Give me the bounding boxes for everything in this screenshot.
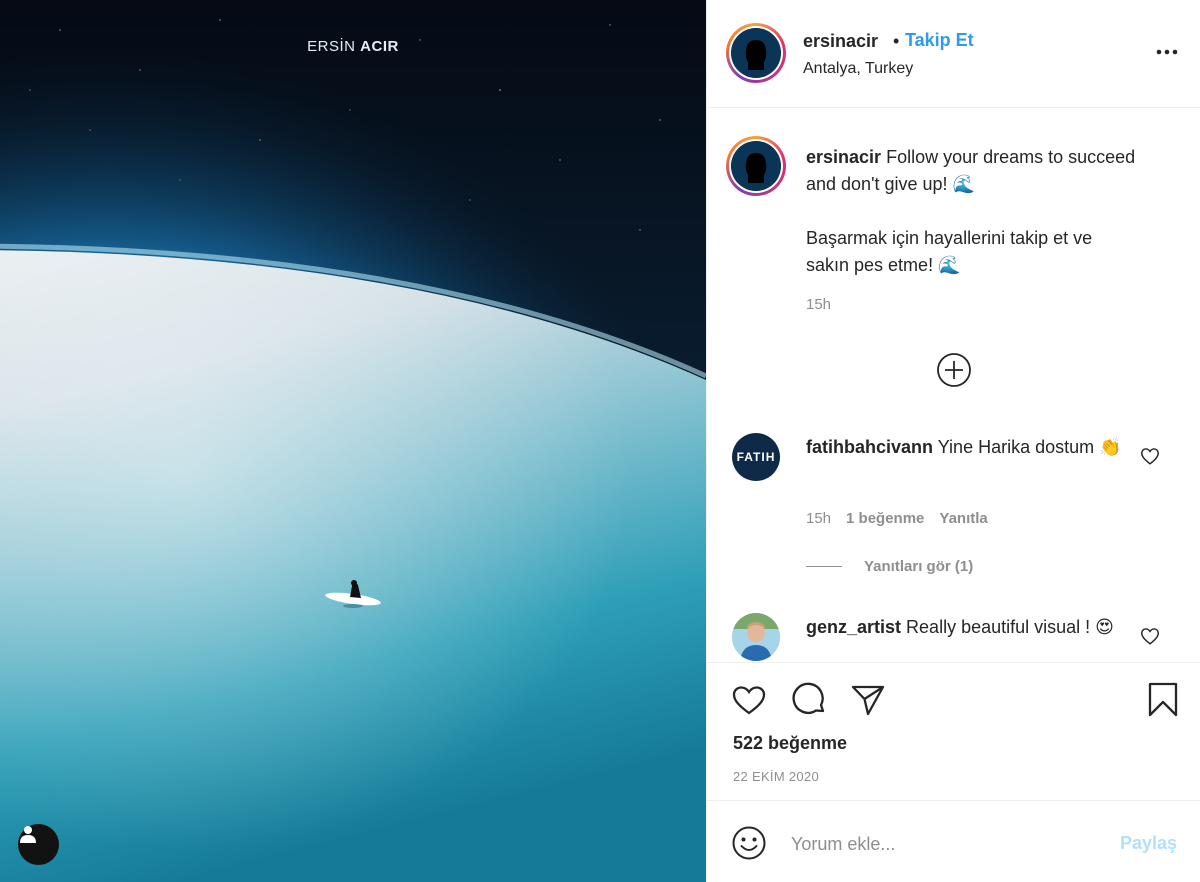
view-replies-button[interactable]: Yanıtları gör (1) <box>806 558 973 575</box>
add-comment-bar: Paylaş <box>707 800 1200 882</box>
commenter-photo <box>732 613 780 661</box>
more-horizontal-icon[interactable] <box>1155 42 1179 62</box>
replies-divider <box>806 566 842 567</box>
avatar-logo-text: FATIH <box>736 450 776 464</box>
comment-text: fatihbahcivann Yine Harika dostum 👏 <box>806 434 1136 461</box>
post-date[interactable]: 22 EKİM 2020 <box>733 769 819 784</box>
commenter-avatar[interactable]: FATIH <box>732 433 780 481</box>
heart-eyes-emoji: 😍 <box>1095 617 1114 637</box>
photo-watermark: ERSİN ACIR <box>0 38 706 55</box>
header-separator: • <box>893 31 900 51</box>
earth-surf-photo <box>0 0 706 882</box>
commenter-username[interactable]: genz_artist <box>806 617 901 637</box>
commenter-username[interactable]: fatihbahcivann <box>806 437 933 457</box>
tagged-users-button[interactable] <box>18 824 59 865</box>
post-sidebar: ersinacir • Takip Et Antalya, Turkey ers… <box>706 0 1200 882</box>
author-username[interactable]: ersinacir <box>803 31 878 52</box>
plus-circle-icon[interactable] <box>936 352 972 388</box>
wave-emoji: 🌊 <box>938 255 961 275</box>
clap-emoji: 👏 <box>1099 437 1122 457</box>
wave-emoji: 🌊 <box>952 174 975 194</box>
post-location[interactable]: Antalya, Turkey <box>803 60 913 78</box>
author-avatar[interactable] <box>726 23 786 83</box>
watermark-first-name: ERSİN <box>307 38 356 55</box>
author-silhouette-icon <box>731 141 781 191</box>
comment-meta: 15h 1 beğenme Yanıtla <box>806 510 988 527</box>
comment-body: Yine Harika dostum <box>937 437 1095 457</box>
comment-likes[interactable]: 1 beğenme <box>846 510 924 527</box>
caption-timestamp[interactable]: 15h <box>806 296 831 313</box>
heart-icon[interactable] <box>730 681 768 719</box>
comment-icon[interactable] <box>790 681 828 719</box>
reply-button[interactable]: Yanıtla <box>939 510 987 527</box>
commenter-avatar[interactable] <box>732 613 780 661</box>
view-replies-label: Yanıtları gör (1) <box>864 558 974 575</box>
comment-timestamp[interactable]: 15h <box>806 510 831 527</box>
comment-heart-icon[interactable] <box>1139 445 1161 467</box>
author-silhouette-icon <box>731 28 781 78</box>
follow-button[interactable]: Takip Et <box>905 30 974 51</box>
bookmark-icon[interactable] <box>1144 681 1182 719</box>
post-image[interactable]: ERSİN ACIR <box>0 0 706 882</box>
caption-text: ersinacir Follow your dreams to succeed … <box>806 144 1136 279</box>
comment-text: genz_artist Really beautiful visual ! 😍 <box>806 614 1136 641</box>
post-actions: 522 beğenme 22 EKİM 2020 <box>707 662 1200 800</box>
comment-heart-icon[interactable] <box>1139 625 1161 647</box>
user-icon <box>20 826 36 843</box>
comment-input[interactable] <box>791 829 1101 859</box>
comments-list[interactable]: ersinacir Follow your dreams to succeed … <box>707 108 1200 662</box>
watermark-last-name: ACIR <box>360 38 399 55</box>
caption-avatar[interactable] <box>726 136 786 196</box>
post-comment-button[interactable]: Paylaş <box>1120 833 1177 854</box>
post-header: ersinacir • Takip Et Antalya, Turkey <box>707 0 1200 108</box>
paper-plane-icon[interactable] <box>849 681 887 719</box>
caption-username[interactable]: ersinacir <box>806 147 881 167</box>
comment-body: Really beautiful visual ! <box>906 617 1091 637</box>
smiley-icon[interactable] <box>731 825 767 861</box>
likes-count[interactable]: 522 beğenme <box>733 733 847 754</box>
